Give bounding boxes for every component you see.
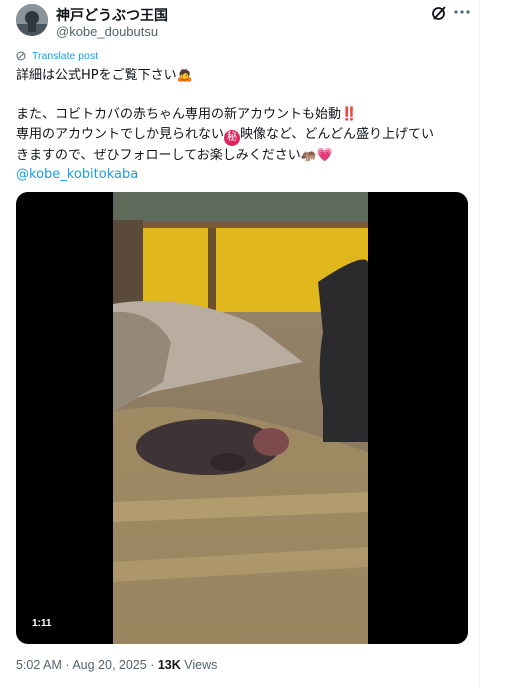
post-line: 専用のアカウントでしか見られない秘映像など、どんどん盛り上げてい	[16, 125, 466, 146]
display-name[interactable]: 神戸どうぶつ王国	[56, 5, 168, 25]
translate-icon	[16, 51, 26, 61]
post-time[interactable]: 5:02 AM	[16, 658, 62, 672]
post-line: きますので、ぜひフォローしてお楽しみください🦛💗	[16, 147, 334, 163]
secret-emoji: 秘	[224, 129, 241, 146]
handle[interactable]: @kobe_doubutsu	[56, 24, 158, 39]
post-line-part: 映像など、どんどん盛り上げてい	[240, 126, 434, 142]
video-player[interactable]: 1:11	[16, 192, 468, 644]
video-duration: 1:11	[26, 616, 58, 631]
post-line: 詳細は公式HPをご覧下さい🙇	[16, 68, 193, 83]
post-line-part: 専用のアカウントでしか見られない	[16, 126, 225, 142]
meta-separator: ·	[65, 658, 70, 672]
avatar[interactable]	[16, 4, 48, 36]
translate-label[interactable]: Translate post	[32, 50, 98, 62]
views-label: Views	[184, 658, 218, 672]
translate-link[interactable]: Translate post	[16, 50, 98, 62]
post-text: 詳細は公式HPをご覧下さい🙇 また、コビトカバの赤ちゃん専用の新アカウントも始動…	[16, 66, 466, 185]
views-count: 13K	[157, 658, 181, 672]
post-date[interactable]: Aug 20, 2025	[72, 658, 146, 672]
meta-separator: ·	[150, 658, 155, 672]
grok-icon[interactable]	[430, 4, 448, 22]
post-meta: 5:02 AM · Aug 20, 2025 · 13K Views	[16, 658, 217, 672]
mention-link[interactable]: @kobe_kobitokaba	[16, 165, 466, 185]
post-card: 神戸どうぶつ王国 @kobe_doubutsu Translate post 詳…	[0, 0, 480, 688]
post-line: また、コビトカバの赤ちゃん専用の新アカウントも始動‼️	[16, 107, 358, 122]
more-icon[interactable]	[452, 4, 472, 20]
video-frame	[113, 192, 368, 644]
